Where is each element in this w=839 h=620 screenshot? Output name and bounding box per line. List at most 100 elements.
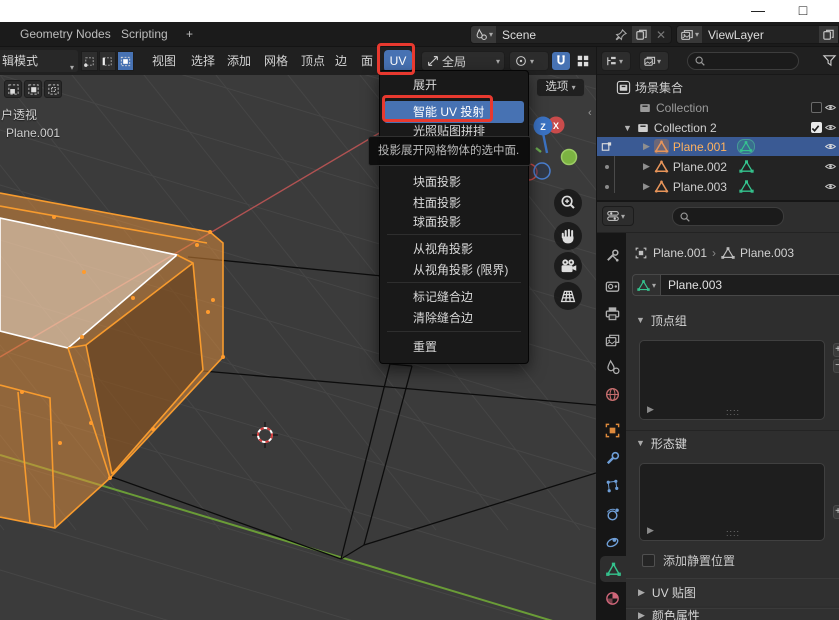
sidebar-collapse-arrow[interactable]: ‹: [588, 107, 592, 119]
datablock-name-field[interactable]: Plane.003: [661, 274, 839, 296]
mesh-data-icon[interactable]: [737, 139, 755, 154]
pivot-point-dropdown[interactable]: ▾: [509, 51, 549, 71]
camera-view-button[interactable]: [554, 252, 582, 280]
tab-output[interactable]: [599, 300, 626, 326]
menu-item-reset[interactable]: 重置: [380, 337, 528, 358]
face-select-button[interactable]: [117, 51, 134, 71]
tab-object-data[interactable]: [600, 556, 626, 582]
tab-material[interactable]: [599, 585, 626, 611]
properties-search-input[interactable]: [672, 207, 784, 226]
viewlayer-selector[interactable]: ▾ ViewLayer: [676, 25, 839, 44]
scene-selector[interactable]: ▾ Scene ✕: [470, 25, 672, 44]
menu-item-project-from-view-bounds[interactable]: 从视角投影 (限界): [380, 260, 528, 281]
tab-constraints[interactable]: [599, 529, 626, 555]
add-shape-key-button[interactable]: +: [833, 505, 839, 519]
resize-grip[interactable]: ::::: [726, 528, 740, 538]
outliner-row-collection-2[interactable]: ▼ Collection 2: [597, 118, 839, 137]
properties-display-dropdown[interactable]: ▾: [602, 206, 634, 226]
viewlayer-icon-dropdown[interactable]: ▾: [677, 26, 702, 43]
rest-position-checkbox[interactable]: [642, 554, 655, 567]
outliner-row-plane-003[interactable]: ▶ Plane.003: [597, 177, 839, 196]
toggle-grid-button[interactable]: [554, 282, 582, 310]
menu-item-clear-seam[interactable]: 清除缝合边: [380, 308, 528, 329]
vertex-select-button[interactable]: [81, 51, 98, 71]
expander-closed-icon[interactable]: ▶: [647, 404, 654, 415]
scene-name[interactable]: Scene: [496, 28, 615, 42]
new-scene-button[interactable]: [632, 26, 651, 43]
menu-item-mark-seam[interactable]: 标记缝合边: [380, 287, 528, 308]
remove-vertex-group-button[interactable]: −: [833, 359, 839, 373]
menu-item-cylinder-projection[interactable]: 柱面投影: [380, 193, 528, 214]
menu-edge[interactable]: 边: [330, 47, 352, 75]
unlink-scene-icon[interactable]: ✕: [651, 28, 671, 42]
tab-render[interactable]: [599, 273, 626, 299]
outliner-row-plane-002[interactable]: ▶ Plane.002: [597, 157, 839, 176]
tab-physics[interactable]: [599, 501, 626, 527]
eye-icon[interactable]: [824, 160, 837, 173]
outliner-filter-button[interactable]: [822, 53, 837, 71]
outliner-search-input[interactable]: [687, 52, 799, 70]
maximize-button[interactable]: □: [793, 2, 813, 18]
pan-button[interactable]: [554, 222, 582, 250]
tab-particles[interactable]: [599, 473, 626, 499]
shape-keys-panel-header[interactable]: ▼ 形态键: [626, 433, 839, 453]
transform-orientation-dropdown[interactable]: 全局 ▾: [421, 51, 505, 71]
outliner-row-plane-001[interactable]: ▶ Plane.001: [597, 137, 839, 156]
datablock-type-dropdown[interactable]: ▾: [632, 274, 661, 296]
mesh-data-icon[interactable]: [739, 179, 754, 194]
menu-add[interactable]: 添加: [222, 47, 256, 75]
select-new-button[interactable]: [4, 80, 22, 98]
mode-dropdown[interactable]: 辑模式 ▾: [0, 50, 78, 72]
tab-object[interactable]: [599, 417, 626, 443]
breadcrumb-data[interactable]: Plane.003: [740, 246, 794, 260]
menu-item-unwrap[interactable]: 展开: [380, 75, 528, 96]
menu-select[interactable]: 选择: [186, 47, 220, 75]
color-attributes-panel-header[interactable]: ▶ 颜色属性: [626, 608, 839, 620]
menu-mesh[interactable]: 网格: [259, 47, 293, 75]
eye-icon[interactable]: [824, 121, 837, 134]
add-vertex-group-button[interactable]: +: [833, 343, 839, 357]
eye-icon[interactable]: [824, 101, 837, 114]
uv-maps-panel-header[interactable]: ▶ UV 贴图: [626, 578, 839, 606]
expander-closed-icon[interactable]: ▶: [647, 525, 654, 536]
eye-icon[interactable]: [824, 180, 837, 193]
menu-item-sphere-projection[interactable]: 球面投影: [380, 212, 528, 233]
proportional-editing-button[interactable]: [573, 51, 593, 71]
gizmo-y-ball[interactable]: [562, 150, 577, 165]
eye-icon[interactable]: [824, 140, 837, 153]
menu-face[interactable]: 面: [356, 47, 378, 75]
gizmo-negz-ball[interactable]: [534, 163, 550, 179]
expander-closed-icon[interactable]: ▶: [643, 141, 650, 152]
viewlayer-name[interactable]: ViewLayer: [702, 28, 819, 42]
tab-view-layer[interactable]: [599, 327, 626, 353]
minimize-button[interactable]: —: [748, 2, 768, 18]
snap-toggle-button[interactable]: [551, 51, 571, 71]
resize-grip[interactable]: ::::: [726, 407, 740, 417]
outliner-row-scene-collection[interactable]: 场景集合: [597, 78, 839, 97]
options-button[interactable]: 选项 ▾: [536, 78, 585, 97]
expander-closed-icon[interactable]: ▶: [643, 181, 650, 192]
collection-checkbox-checked[interactable]: [811, 122, 822, 133]
tab-world[interactable]: [599, 381, 626, 407]
outliner-filter-dropdown[interactable]: ▾: [639, 51, 669, 71]
menu-vertex[interactable]: 顶点: [296, 47, 330, 75]
select-subtract-button[interactable]: [44, 80, 62, 98]
menu-view[interactable]: 视图: [147, 47, 181, 75]
select-extend-button[interactable]: [24, 80, 42, 98]
outliner-display-mode-dropdown[interactable]: ▾: [601, 51, 631, 71]
vertex-groups-panel-header[interactable]: ▼ 顶点组: [626, 310, 839, 330]
new-viewlayer-button[interactable]: [819, 26, 838, 43]
new-workspace-button[interactable]: +: [180, 22, 199, 47]
collection-checkbox[interactable]: [811, 102, 822, 113]
mesh-data-icon[interactable]: [739, 159, 754, 174]
expander-closed-icon[interactable]: ▶: [643, 161, 650, 172]
tab-geometry-nodes[interactable]: Geometry Nodes: [14, 22, 117, 47]
tab-modifiers[interactable]: [599, 445, 626, 471]
outliner-row-collection[interactable]: Collection: [597, 98, 839, 117]
tab-scripting[interactable]: Scripting: [115, 22, 174, 47]
breadcrumb-object[interactable]: Plane.001: [653, 246, 707, 260]
menu-item-smart-uv-project[interactable]: 智能 UV 投射: [380, 101, 528, 123]
scene-icon-dropdown[interactable]: ▾: [471, 26, 496, 43]
tab-tool[interactable]: [599, 242, 626, 268]
zoom-button[interactable]: [554, 189, 582, 217]
